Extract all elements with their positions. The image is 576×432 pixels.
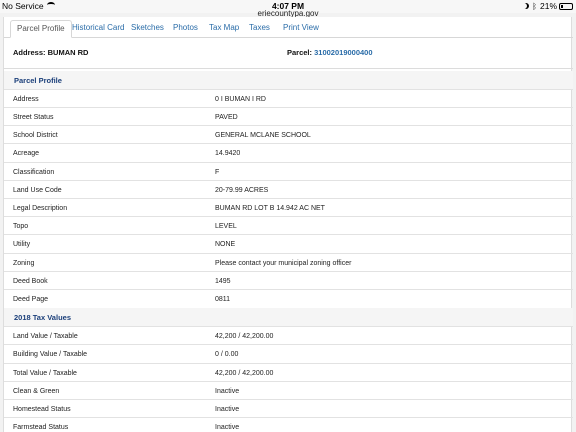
row-label: Land Use Code xyxy=(13,187,62,194)
row-label: Classification xyxy=(13,169,55,176)
table-row: Utility NONE xyxy=(4,234,573,252)
row-label: School District xyxy=(13,132,58,139)
table-row: Classification F xyxy=(4,162,573,180)
table-row: Legal Description BUMAN RD LOT B 14.942 A… xyxy=(4,198,573,216)
row-value: 42,200 / 42,200.00 xyxy=(215,370,274,377)
row-value: GENERAL MCLANE SCHOOL xyxy=(215,132,311,139)
table-row: Acreage 14.9420 xyxy=(4,143,573,161)
row-value: 0 / 0.00 xyxy=(215,351,239,358)
row-value: F xyxy=(215,169,220,176)
row-label: Acreage xyxy=(13,150,40,157)
parcel-number-link[interactable]: 31002019000400 xyxy=(314,48,372,57)
row-value: 14.9420 xyxy=(215,150,241,157)
table-row: Street Status PAVED xyxy=(4,107,573,125)
table-row: Address 0 I BUMAN I RD xyxy=(4,89,573,107)
row-label: Street Status xyxy=(13,114,54,121)
row-value: 20-79.99 ACRES xyxy=(215,187,269,194)
section-title: 2018 Tax Values xyxy=(14,313,71,322)
row-label: Zoning xyxy=(13,260,35,267)
row-label: Deed Page xyxy=(13,296,49,303)
row-label: Building Value / Taxable xyxy=(13,351,88,358)
table-row: Deed Page 0811 xyxy=(4,289,573,307)
tab-taxes[interactable]: Taxes xyxy=(243,20,276,38)
row-label: Clean & Green xyxy=(13,388,60,395)
section-title: Parcel Profile xyxy=(14,76,62,85)
tab-bar: Parcel Profile Historical Card Sketches … xyxy=(4,17,573,38)
tab-print-view[interactable]: Print View xyxy=(277,20,325,38)
row-label: Homestead Status xyxy=(13,406,71,413)
row-value: Inactive xyxy=(215,406,240,413)
row-label: Legal Description xyxy=(13,205,68,212)
table-row: Land Use Code 20-79.99 ACRES xyxy=(4,180,573,198)
row-label: Farmstead Status xyxy=(13,424,69,431)
row-value: 0811 xyxy=(215,296,231,303)
parcel-header: Parcel: 31002019000400 xyxy=(287,48,373,57)
row-label: Topo xyxy=(13,223,29,230)
tab-photos[interactable]: Photos xyxy=(167,20,204,38)
row-value: 0 I BUMAN I RD xyxy=(215,96,266,103)
row-value: 1495 xyxy=(215,278,231,285)
table-row: Topo LEVEL xyxy=(4,216,573,234)
row-label: Deed Book xyxy=(13,278,48,285)
table-row: School District GENERAL MCLANE SCHOOL xyxy=(4,125,573,143)
row-label: Total Value / Taxable xyxy=(13,370,77,377)
address-label: Address: xyxy=(13,48,46,57)
row-label: Utility xyxy=(13,241,31,248)
row-value: Inactive xyxy=(215,388,240,395)
table-row: Farmstead Status Inactive xyxy=(4,417,573,432)
page-content: Parcel Profile Historical Card Sketches … xyxy=(3,17,573,432)
section-tax-values: 2018 Tax Values xyxy=(4,308,573,326)
row-label: Land Value / Taxable xyxy=(13,333,78,340)
tab-tax-map[interactable]: Tax Map xyxy=(203,20,245,38)
tab-historical-card[interactable]: Historical Card xyxy=(66,20,130,38)
tab-sketches[interactable]: Sketches xyxy=(125,20,170,38)
table-row: Zoning Please contact your municipal zoni… xyxy=(4,253,573,271)
table-row: Building Value / Taxable 0 / 0.00 xyxy=(4,344,573,362)
row-value: NONE xyxy=(215,241,236,248)
table-row: Clean & Green Inactive xyxy=(4,381,573,399)
header-divider xyxy=(4,68,573,69)
row-label: Address xyxy=(13,96,39,103)
row-value: PAVED xyxy=(215,114,238,121)
row-value: LEVEL xyxy=(215,223,237,230)
address-header: Address: BUMAN RD xyxy=(13,48,88,57)
row-value: Please contact your municipal zoning off… xyxy=(215,260,352,267)
table-row: Homestead Status Inactive xyxy=(4,399,573,417)
row-value: 42,200 / 42,200.00 xyxy=(215,333,274,340)
section-parcel-profile: Parcel Profile xyxy=(4,71,573,89)
table-row: Land Value / Taxable 42,200 / 42,200.00 xyxy=(4,326,573,344)
tab-parcel-profile[interactable]: Parcel Profile xyxy=(10,20,72,38)
table-row: Deed Book 1495 xyxy=(4,271,573,289)
row-value: Inactive xyxy=(215,424,240,431)
parcel-label: Parcel: xyxy=(287,48,313,57)
address-value: BUMAN RD xyxy=(47,48,89,57)
table-row: Total Value / Taxable 42,200 / 42,200.00 xyxy=(4,363,573,381)
row-value: BUMAN RD LOT B 14.942 AC NET xyxy=(215,205,325,212)
